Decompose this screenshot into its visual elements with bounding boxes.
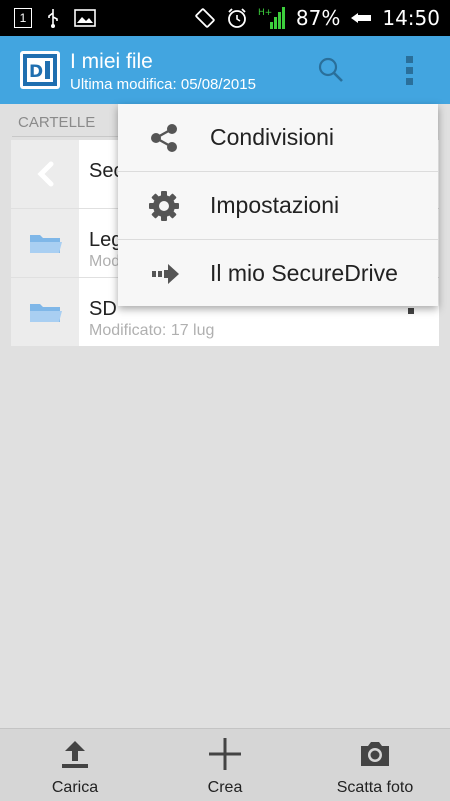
svg-text:D: D — [29, 62, 43, 82]
list-item-name: SD — [89, 298, 117, 320]
sim-badge-label: 1 — [19, 11, 27, 25]
signal-icon: H+ — [258, 7, 285, 29]
list-item-thumb — [11, 140, 79, 208]
folder-icon — [30, 235, 62, 253]
sim-badge-icon: 1 — [14, 8, 32, 28]
upload-button-label: Carica — [51, 779, 99, 796]
share-icon — [151, 124, 177, 152]
search-icon[interactable] — [317, 56, 345, 84]
take-photo-button-label: Scatta foto — [336, 779, 414, 796]
take-photo-button[interactable]: Scatta foto — [315, 729, 435, 801]
menu-item-label: Condivisioni — [210, 124, 335, 150]
svg-text:H+: H+ — [258, 8, 272, 18]
section-header-folders: CARTELLE — [18, 114, 96, 131]
page-subtitle: Ultima modifica: 05/08/2015 — [70, 76, 256, 93]
upload-icon — [62, 741, 88, 768]
back-chevron-icon — [37, 161, 54, 187]
menu-item-il-mio-securedrive[interactable]: Il mio SecureDrive — [118, 240, 438, 307]
battery-percent: 87% — [295, 6, 341, 30]
list-item-thumb — [11, 209, 79, 277]
create-button[interactable]: Crea — [170, 729, 280, 801]
plus-icon — [209, 738, 241, 770]
overflow-popup-menu: Condivisioni Impostazioni Il mio SecureD… — [118, 104, 438, 306]
clock: 14:50 — [382, 6, 440, 30]
menu-item-impostazioni[interactable]: Impostazioni — [118, 172, 438, 240]
gear-icon — [149, 191, 179, 221]
status-bar: 1 H+ 87% 14:50 — [0, 0, 450, 36]
camera-icon — [361, 742, 389, 766]
alarm-icon — [228, 8, 246, 28]
menu-item-label: Il mio SecureDrive — [210, 260, 398, 286]
create-button-label: Crea — [207, 779, 243, 796]
bottom-action-bar: Carica Crea Scatta foto — [0, 728, 450, 801]
list-item-thumb — [11, 278, 79, 346]
overflow-menu-icon[interactable] — [400, 54, 420, 88]
image-icon — [74, 9, 96, 27]
usb-icon — [48, 9, 58, 28]
menu-item-label: Impostazioni — [210, 192, 340, 218]
action-bar: D I miei file Ultima modifica: 05/08/201… — [0, 36, 450, 104]
screen-rotation-icon — [195, 8, 215, 28]
battery-icon — [351, 13, 372, 23]
folder-icon — [30, 304, 62, 322]
upload-button[interactable]: Carica — [20, 729, 130, 801]
app-logo-icon[interactable]: D — [20, 51, 60, 89]
list-item-meta: Modificato: 17 lug — [89, 322, 215, 339]
arrow-right-icon — [152, 264, 179, 284]
list-item-meta: Mod — [89, 253, 121, 270]
menu-item-condivisioni[interactable]: Condivisioni — [118, 104, 438, 172]
page-title: I miei file — [70, 50, 153, 73]
